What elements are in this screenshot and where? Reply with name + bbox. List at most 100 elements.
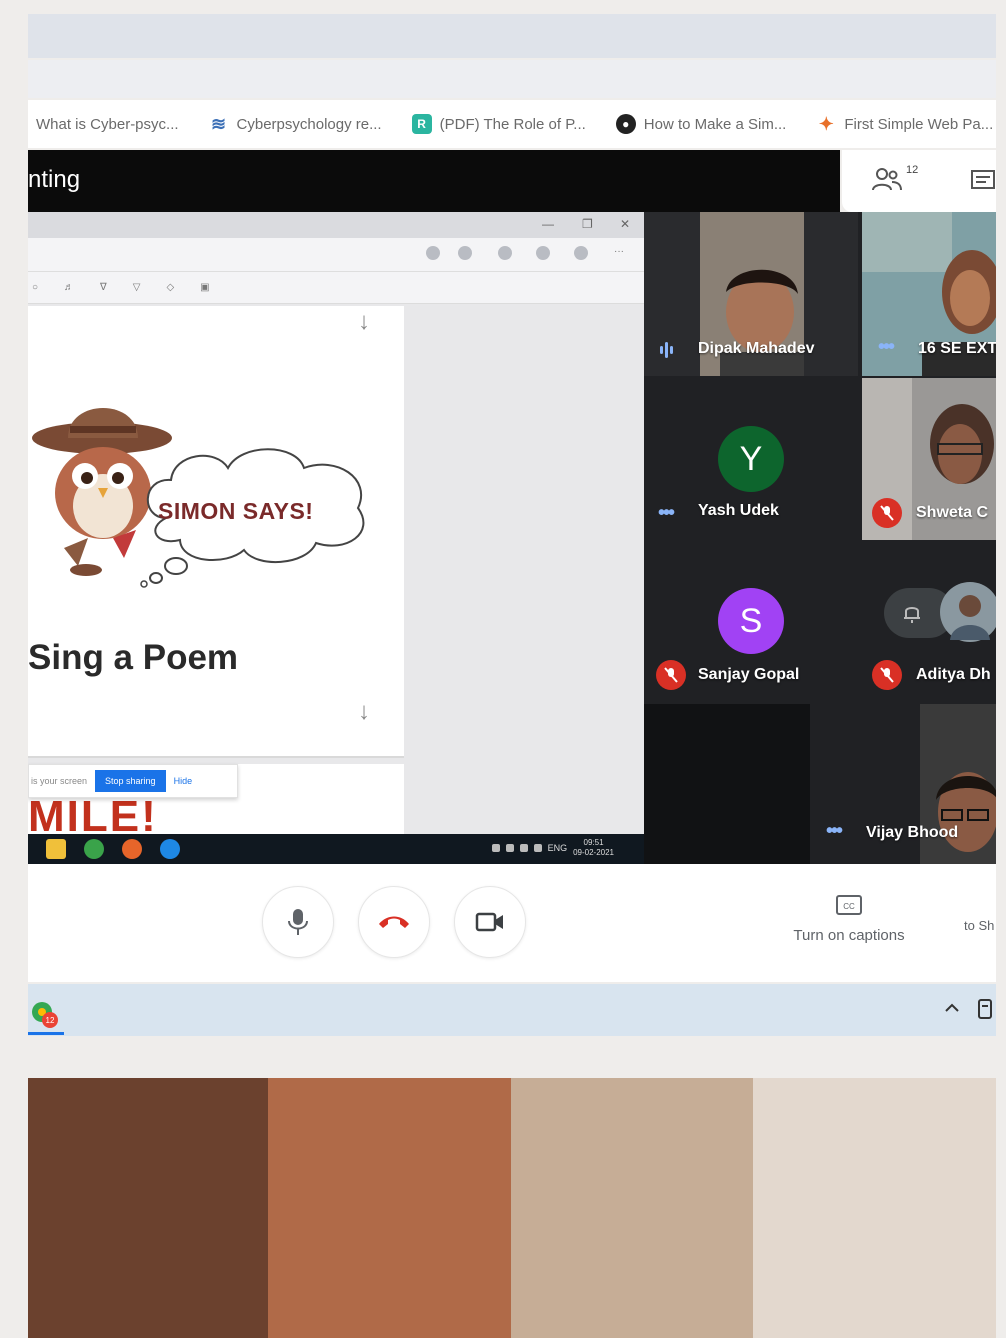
hide-link[interactable]: Hide	[174, 776, 193, 786]
minimize-icon: —	[542, 217, 554, 231]
more-options-icon[interactable]: •••	[658, 502, 675, 525]
arrow-down-icon: ↓	[358, 308, 370, 335]
extension-icon	[458, 246, 472, 260]
more-options-icon[interactable]: •••	[878, 336, 895, 359]
participant-photo-icon	[940, 582, 996, 642]
color-palette	[28, 1078, 996, 1338]
notification-bell-icon	[904, 607, 920, 623]
participant-name: Shweta C	[916, 504, 989, 521]
present-label[interactable]: to Sh	[964, 918, 994, 933]
participant-tile[interactable]: Dipak Mahadev	[644, 212, 858, 376]
microphone-button[interactable]	[262, 886, 334, 958]
chevron-up-icon[interactable]	[942, 998, 962, 1018]
os-taskbar: 12	[28, 984, 996, 1036]
leave-call-button[interactable]	[358, 886, 430, 958]
people-count: 12	[906, 164, 919, 176]
draw-icon: ∇	[100, 282, 107, 293]
participant-tile[interactable]: S Sanjay Gopal	[644, 542, 858, 702]
palette-swatch	[268, 1078, 511, 1338]
file-explorer-icon	[46, 839, 66, 859]
participant-tile[interactable]: Shweta C	[862, 378, 996, 540]
tray-date: 09-02-2021	[573, 848, 614, 857]
participant-name: Dipak Mahadev	[698, 340, 815, 357]
research-icon: ≋	[210, 113, 227, 134]
chat-button[interactable]	[970, 168, 996, 194]
more-options-icon[interactable]: •••	[826, 820, 843, 843]
bookmark-cyberpsychology[interactable]: ≋ Cyberpsychology re...	[209, 114, 382, 134]
simon-says-text: SIMON SAYS!	[158, 498, 314, 524]
favorite-icon	[498, 246, 512, 260]
chat-icon	[971, 170, 995, 189]
shared-window-titlebar: — ❐ ✕	[28, 212, 644, 238]
sharing-notice: is your screen	[31, 776, 88, 786]
captions-icon: CC	[836, 895, 862, 915]
collections-icon	[536, 246, 550, 260]
active-app-indicator	[28, 1032, 64, 1035]
call-controls: CC Turn on captions to Sh	[28, 864, 996, 982]
pdf-tool: ○	[32, 282, 39, 293]
tray-time: 09:51	[583, 838, 604, 847]
participant-grid: Dipak Mahadev ••• 16 SE EXTC Y ••• Yash …	[644, 212, 996, 864]
site-icon: ●	[615, 114, 636, 134]
smile-text: MILE!	[28, 792, 158, 834]
presentation-header: nting	[28, 150, 840, 212]
camera-button[interactable]	[454, 886, 526, 958]
firefox-icon	[122, 839, 142, 859]
participant-tile[interactable]: ••• 16 SE EXTC	[862, 212, 996, 376]
tray-mic-icon	[505, 844, 514, 852]
mic-off-icon	[872, 498, 902, 528]
highlight-icon: ▽	[132, 282, 141, 293]
zoom-icon	[426, 246, 440, 260]
close-icon: ✕	[620, 217, 631, 231]
microphone-icon	[288, 909, 308, 935]
pdf-page: SIMON SAYS! Sing a Poem ↓	[28, 368, 404, 758]
erase-icon: ◇	[166, 282, 175, 293]
tray-language: ENG	[547, 843, 568, 853]
participant-tile[interactable]: Aditya Dh	[862, 542, 996, 702]
empty-tile	[644, 704, 810, 864]
avatar: Y	[718, 426, 784, 492]
palette-swatch	[511, 1078, 753, 1338]
tray-clock: 09:51 09-02-2021	[573, 838, 614, 858]
screen-sharing-bar: is your screen Stop sharing Hide	[28, 764, 238, 798]
more-icon: ···	[614, 246, 624, 257]
bookmark-how-to-make[interactable]: ● How to Make a Sim...	[615, 114, 787, 134]
browser-address-bar[interactable]	[28, 60, 996, 98]
chrome-icon	[84, 839, 104, 859]
video-camera-icon	[475, 912, 503, 932]
edge-icon	[160, 839, 180, 859]
system-tray: ENG 09:51 09-02-2021	[491, 838, 614, 858]
captions-label: Turn on captions	[793, 927, 905, 944]
participant-name: Sanjay Gopal	[698, 666, 800, 683]
read-aloud-icon: ♬	[64, 282, 75, 293]
hangup-icon	[379, 916, 409, 928]
bookmark-pdf-role[interactable]: R (PDF) The Role of P...	[411, 114, 586, 134]
shared-window-toolbar: ···	[28, 238, 644, 272]
svg-text:CC: CC	[843, 902, 855, 911]
meet-app-button[interactable]: 12	[30, 998, 62, 1030]
svg-text:12: 12	[46, 1016, 55, 1025]
participant-tile[interactable]: Y ••• Yash Udek	[644, 378, 858, 540]
bookmark-label: (PDF) The Role of P...	[439, 115, 586, 133]
device-icon[interactable]	[976, 998, 994, 1020]
bookmark-label: What is Cyber-psyc...	[36, 115, 179, 133]
participant-tile[interactable]: ••• Vijay Bhood	[812, 704, 996, 864]
people-button[interactable]: 12	[872, 164, 919, 198]
browser-tab-strip	[28, 14, 996, 58]
stop-sharing-button[interactable]: Stop sharing	[95, 770, 166, 792]
participant-name: Aditya Dh	[916, 666, 991, 683]
meet-side-tabs: 12	[842, 150, 996, 212]
captions-button[interactable]: CC Turn on captions	[774, 894, 924, 944]
palette-swatch	[28, 1078, 268, 1338]
pdf-icon: R	[411, 114, 432, 134]
mic-off-icon	[872, 660, 902, 690]
bookmark-label: How to Make a Sim...	[643, 115, 787, 133]
bookmark-first-web-page[interactable]: ✦ First Simple Web Pa...	[816, 114, 993, 134]
meet-app-icon: 12	[32, 1002, 58, 1028]
tray-arrow-icon	[491, 844, 500, 852]
participant-name: 16 SE EXTC	[918, 340, 996, 357]
pdf-page: ↓	[28, 306, 404, 372]
print-icon: ▣	[200, 282, 210, 293]
poem-heading: Sing a Poem	[28, 638, 239, 677]
bookmark-cyber-psyc[interactable]: What is Cyber-psyc...	[36, 116, 179, 133]
